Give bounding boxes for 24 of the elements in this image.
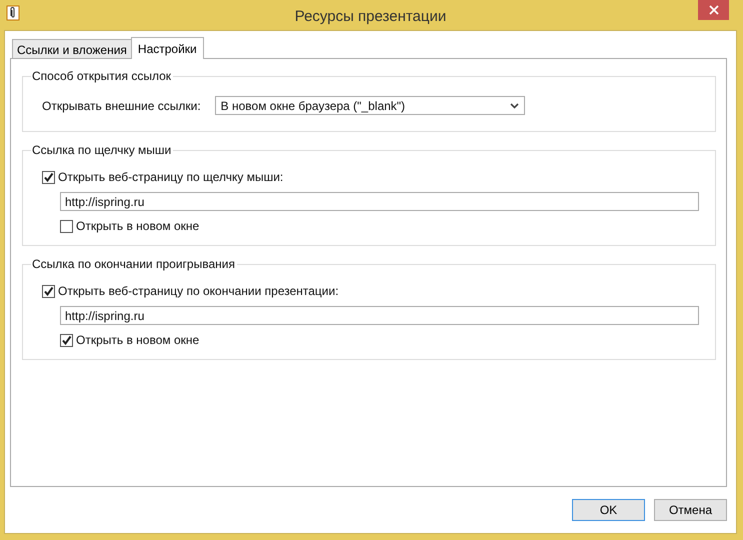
url-field[interactable]: http://ispring.ru — [60, 306, 699, 325]
checkbox[interactable] — [60, 334, 73, 346]
link-target-dropdown[interactable]: В новом окне браузера ("_blank") — [214, 96, 525, 115]
close-button[interactable] — [698, 0, 729, 20]
checkbox[interactable] — [42, 284, 55, 298]
close-icon — [708, 5, 718, 15]
group-title: Способ открытия ссылок — [31, 69, 174, 83]
checkbox[interactable] — [42, 170, 55, 184]
checkbox-label: Открыть веб-страницу по щелчку мыши: — [58, 170, 284, 184]
tab[interactable]: Настройки — [130, 37, 204, 59]
window-title: Ресурсы презентации — [294, 6, 446, 24]
checkbox-label: Открыть веб-страницу по окончании презентации: — [58, 284, 339, 298]
url-field[interactable]: http://ispring.ru — [60, 192, 699, 211]
checkbox-label: Открыть в новом окне — [76, 219, 200, 233]
group-title: Ссылка по щелчку мыши — [31, 143, 174, 157]
chevron-down-icon — [510, 102, 519, 108]
checkbox-label: Открыть в новом окне — [76, 333, 200, 347]
cancel-button[interactable]: Отмена — [654, 499, 727, 521]
paperclip-icon — [6, 5, 22, 22]
checkbox[interactable] — [60, 220, 73, 232]
group-title: Ссылка по окончании проигрывания — [31, 257, 237, 271]
tab[interactable]: Ссылки и вложения — [12, 39, 132, 58]
dropdown-label: Открывать внешние ссылки: — [42, 98, 201, 112]
ok-button[interactable]: OK — [572, 499, 645, 521]
